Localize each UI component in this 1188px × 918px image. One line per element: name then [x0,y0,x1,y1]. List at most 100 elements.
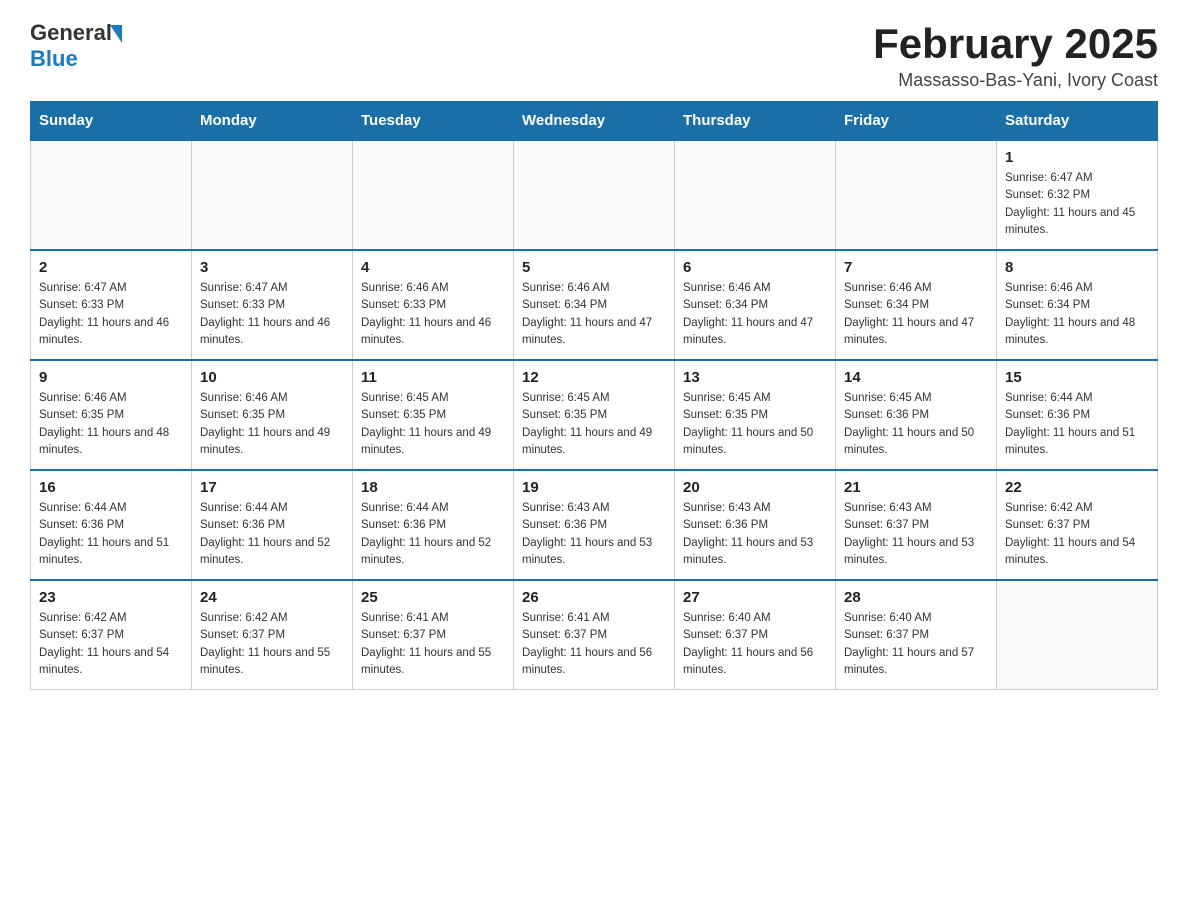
calendar-body: 1Sunrise: 6:47 AM Sunset: 6:32 PM Daylig… [31,140,1158,690]
day-number: 16 [39,479,183,496]
day-number: 3 [200,259,344,276]
day-number: 24 [200,589,344,606]
calendar-header: SundayMondayTuesdayWednesdayThursdayFrid… [31,102,1158,141]
day-info: Sunrise: 6:44 AM Sunset: 6:36 PM Dayligh… [361,500,505,569]
logo: General Blue [30,20,122,72]
day-number: 23 [39,589,183,606]
day-info: Sunrise: 6:43 AM Sunset: 6:36 PM Dayligh… [522,500,666,569]
day-cell: 18Sunrise: 6:44 AM Sunset: 6:36 PM Dayli… [353,470,514,580]
day-cell [997,580,1158,690]
day-info: Sunrise: 6:43 AM Sunset: 6:36 PM Dayligh… [683,500,827,569]
day-info: Sunrise: 6:43 AM Sunset: 6:37 PM Dayligh… [844,500,988,569]
title-area: February 2025 Massasso-Bas-Yani, Ivory C… [873,20,1158,91]
day-number: 13 [683,369,827,386]
day-number: 17 [200,479,344,496]
day-cell: 13 Sunrise: 6:45 AM Sunset: 6:35 PM Dayli… [675,360,836,470]
day-number: 2 [39,259,183,276]
day-number: 25 [361,589,505,606]
day-cell: 1Sunrise: 6:47 AM Sunset: 6:32 PM Daylig… [997,140,1158,250]
logo-general-text: General [30,20,112,46]
day-cell: 14 Sunrise: 6:45 AM Sunset: 6:36 PM Dayli… [836,360,997,470]
day-info: Sunrise: 6:42 AM Sunset: 6:37 PM Dayligh… [39,610,183,679]
day-cell: 7Sunrise: 6:46 AM Sunset: 6:34 PM Daylig… [836,250,997,360]
day-cell: 5 Sunrise: 6:46 AM Sunset: 6:34 PM Daylig… [514,250,675,360]
day-cell [192,140,353,250]
day-cell [514,140,675,250]
day-info: Sunrise: 6:41 AM Sunset: 6:37 PM Dayligh… [361,610,505,679]
day-number: 12 [522,369,666,386]
day-cell [836,140,997,250]
day-number: 26 [522,589,666,606]
day-cell: 4Sunrise: 6:46 AM Sunset: 6:33 PM Daylig… [353,250,514,360]
day-number: 5 [522,259,666,276]
header-cell-sunday: Sunday [31,102,192,141]
day-info: Sunrise: 6:46 AM Sunset: 6:35 PM Dayligh… [39,390,183,459]
day-number: 9 [39,369,183,386]
day-cell: 26 Sunrise: 6:41 AM Sunset: 6:37 PM Dayli… [514,580,675,690]
logo-blue-text: Blue [30,46,78,71]
day-cell: 15 Sunrise: 6:44 AM Sunset: 6:36 PM Dayli… [997,360,1158,470]
day-number: 10 [200,369,344,386]
day-cell: 25 Sunrise: 6:41 AM Sunset: 6:37 PM Dayli… [353,580,514,690]
day-info: Sunrise: 6:45 AM Sunset: 6:35 PM Dayligh… [361,390,505,459]
day-cell: 16 Sunrise: 6:44 AM Sunset: 6:36 PM Dayli… [31,470,192,580]
header-cell-wednesday: Wednesday [514,102,675,141]
day-cell: 10Sunrise: 6:46 AM Sunset: 6:35 PM Dayli… [192,360,353,470]
day-info: Sunrise: 6:40 AM Sunset: 6:37 PM Dayligh… [844,610,988,679]
week-row-4: 16 Sunrise: 6:44 AM Sunset: 6:36 PM Dayli… [31,470,1158,580]
day-info: Sunrise: 6:45 AM Sunset: 6:35 PM Dayligh… [522,390,666,459]
day-cell: 12 Sunrise: 6:45 AM Sunset: 6:35 PM Dayli… [514,360,675,470]
day-info: Sunrise: 6:44 AM Sunset: 6:36 PM Dayligh… [1005,390,1149,459]
day-cell: 28 Sunrise: 6:40 AM Sunset: 6:37 PM Dayli… [836,580,997,690]
header-cell-thursday: Thursday [675,102,836,141]
calendar-table: SundayMondayTuesdayWednesdayThursdayFrid… [30,101,1158,690]
day-info: Sunrise: 6:45 AM Sunset: 6:35 PM Dayligh… [683,390,827,459]
day-info: Sunrise: 6:46 AM Sunset: 6:34 PM Dayligh… [683,280,827,349]
day-number: 28 [844,589,988,606]
day-cell: 27 Sunrise: 6:40 AM Sunset: 6:37 PM Dayli… [675,580,836,690]
day-number: 20 [683,479,827,496]
header-cell-monday: Monday [192,102,353,141]
day-info: Sunrise: 6:44 AM Sunset: 6:36 PM Dayligh… [39,500,183,569]
day-cell: 8 Sunrise: 6:46 AM Sunset: 6:34 PM Daylig… [997,250,1158,360]
day-number: 8 [1005,259,1149,276]
day-cell [675,140,836,250]
header-cell-friday: Friday [836,102,997,141]
day-cell [353,140,514,250]
day-cell: 21Sunrise: 6:43 AM Sunset: 6:37 PM Dayli… [836,470,997,580]
day-cell: 17 Sunrise: 6:44 AM Sunset: 6:36 PM Dayli… [192,470,353,580]
day-info: Sunrise: 6:40 AM Sunset: 6:37 PM Dayligh… [683,610,827,679]
header: General Blue February 2025 Massasso-Bas-… [30,20,1158,91]
week-row-3: 9 Sunrise: 6:46 AM Sunset: 6:35 PM Daylig… [31,360,1158,470]
day-number: 22 [1005,479,1149,496]
day-info: Sunrise: 6:46 AM Sunset: 6:34 PM Dayligh… [1005,280,1149,349]
day-number: 6 [683,259,827,276]
day-cell: 2 Sunrise: 6:47 AM Sunset: 6:33 PM Daylig… [31,250,192,360]
week-row-1: 1Sunrise: 6:47 AM Sunset: 6:32 PM Daylig… [31,140,1158,250]
day-number: 4 [361,259,505,276]
day-number: 19 [522,479,666,496]
day-number: 15 [1005,369,1149,386]
day-number: 14 [844,369,988,386]
day-cell: 24 Sunrise: 6:42 AM Sunset: 6:37 PM Dayli… [192,580,353,690]
calendar-title: February 2025 [873,20,1158,68]
day-number: 11 [361,369,505,386]
day-info: Sunrise: 6:44 AM Sunset: 6:36 PM Dayligh… [200,500,344,569]
day-info: Sunrise: 6:45 AM Sunset: 6:36 PM Dayligh… [844,390,988,459]
day-info: Sunrise: 6:46 AM Sunset: 6:34 PM Dayligh… [522,280,666,349]
day-info: Sunrise: 6:41 AM Sunset: 6:37 PM Dayligh… [522,610,666,679]
day-cell: 9 Sunrise: 6:46 AM Sunset: 6:35 PM Daylig… [31,360,192,470]
day-info: Sunrise: 6:47 AM Sunset: 6:33 PM Dayligh… [39,280,183,349]
logo-triangle-icon [110,25,122,43]
day-number: 27 [683,589,827,606]
header-cell-tuesday: Tuesday [353,102,514,141]
day-info: Sunrise: 6:42 AM Sunset: 6:37 PM Dayligh… [200,610,344,679]
day-cell: 20 Sunrise: 6:43 AM Sunset: 6:36 PM Dayli… [675,470,836,580]
day-cell: 23 Sunrise: 6:42 AM Sunset: 6:37 PM Dayli… [31,580,192,690]
day-number: 1 [1005,149,1149,166]
day-info: Sunrise: 6:42 AM Sunset: 6:37 PM Dayligh… [1005,500,1149,569]
day-cell: 6 Sunrise: 6:46 AM Sunset: 6:34 PM Daylig… [675,250,836,360]
calendar-subtitle: Massasso-Bas-Yani, Ivory Coast [873,70,1158,91]
day-cell: 11 Sunrise: 6:45 AM Sunset: 6:35 PM Dayli… [353,360,514,470]
week-row-5: 23 Sunrise: 6:42 AM Sunset: 6:37 PM Dayli… [31,580,1158,690]
